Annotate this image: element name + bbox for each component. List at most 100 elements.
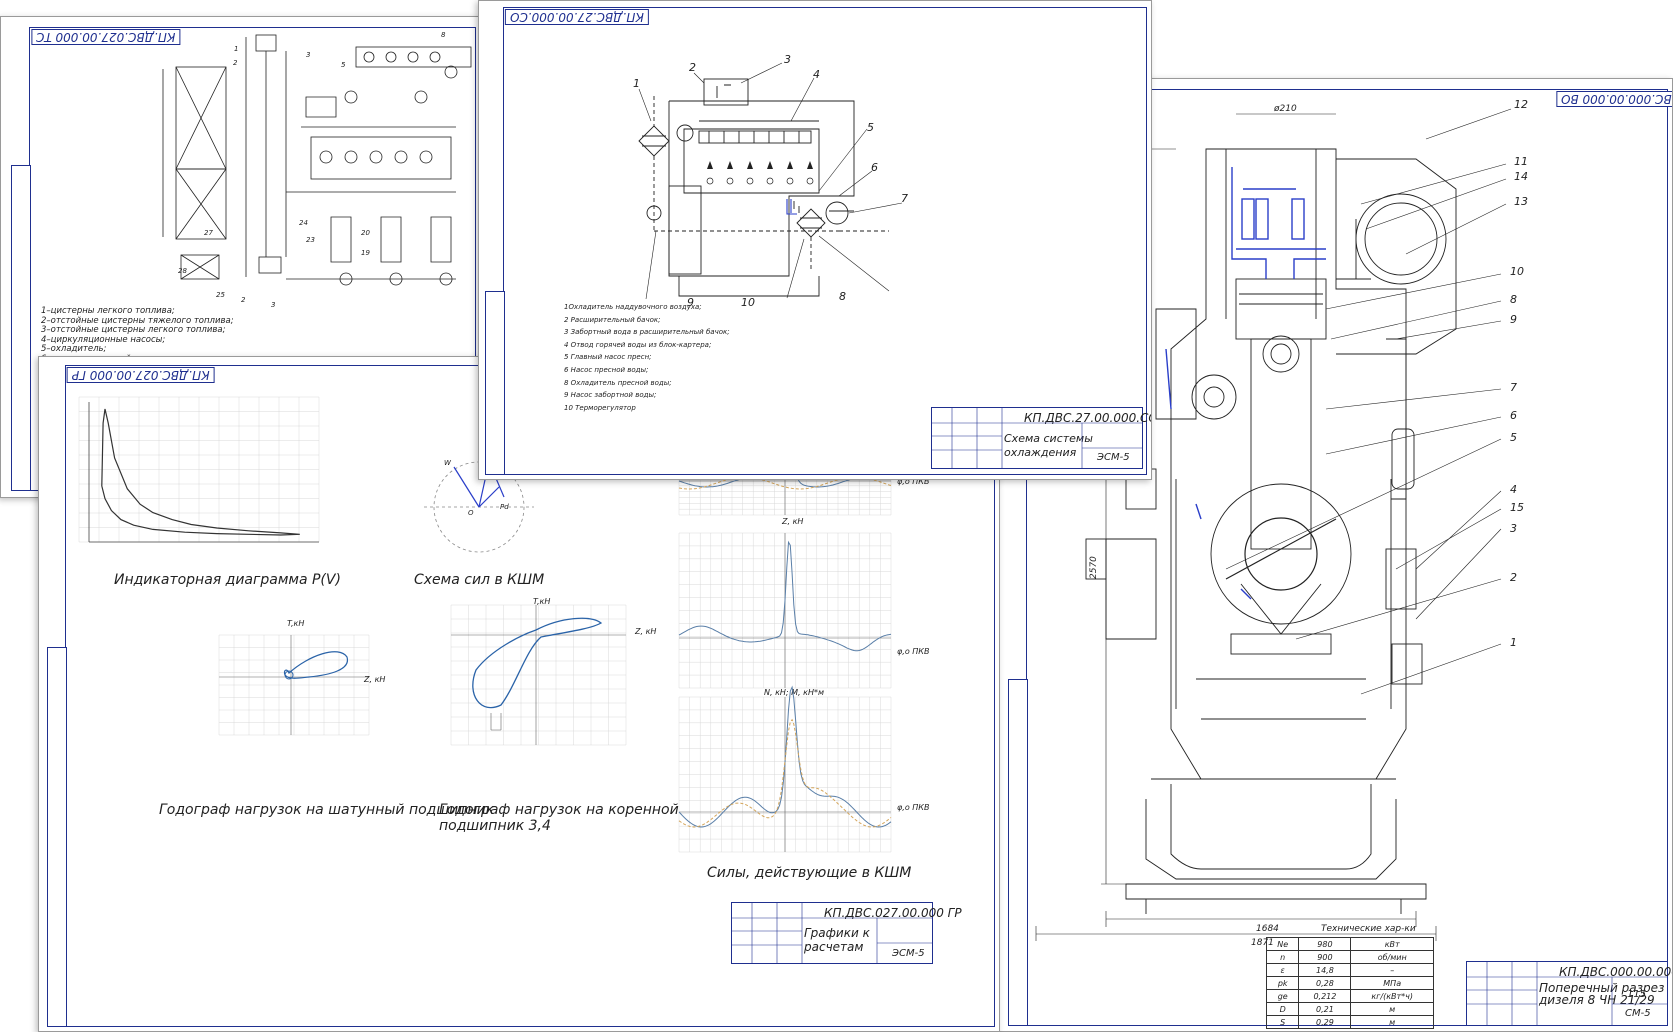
fuel-system-schematic: 123 5827 282523 24231920 [162, 31, 472, 309]
svg-text:23: 23 [306, 236, 315, 244]
callout-6: 6 [1510, 409, 1517, 422]
spec-cell: D [1265, 1002, 1300, 1016]
indicator-chart [78, 396, 320, 543]
side-strip [47, 647, 67, 1027]
spec-cell: Ne [1265, 937, 1300, 951]
callout-13: 13 [1514, 195, 1528, 208]
spec-cell: n [1265, 950, 1300, 964]
callout-6: 6 [871, 161, 878, 174]
callout-9: 9 [1510, 313, 1517, 326]
spec-cell: ge [1265, 989, 1300, 1003]
hodograph-main-chart [450, 604, 627, 746]
callout-10: 10 [741, 296, 755, 309]
callout-8: 8 [1510, 293, 1517, 306]
callout-2: 2 [1510, 571, 1517, 584]
callout-3: 3 [1510, 522, 1517, 535]
callout-11: 11 [1514, 155, 1528, 168]
spec-row: n 900 об/мин [1265, 950, 1434, 964]
cooling-schematic: 1 2 3 4 5 6 7 8 9 10 [633, 53, 908, 309]
callout-4: 4 [813, 68, 820, 81]
svg-text:8: 8 [441, 31, 446, 39]
spec-title: Технические хар-ки [1321, 924, 1416, 934]
dim-base1: 1684 [1256, 924, 1279, 934]
spec-cell: 0,21 [1298, 1002, 1352, 1016]
pv-grid [78, 396, 320, 543]
callout-8: 8 [839, 290, 846, 303]
svg-text:O: O [468, 509, 474, 517]
callout-7: 7 [1510, 381, 1517, 394]
spec-cell: кг/(кВт*ч) [1350, 989, 1434, 1003]
spec-cell: м [1350, 1015, 1434, 1029]
spec-cell: 900 [1298, 950, 1352, 964]
svg-text:3: 3 [306, 51, 310, 59]
spec-row: pk 0,28 МПа [1265, 976, 1434, 990]
sheet-cooling-system[interactable]: КП.ДВС.27.00.000.СО 1 2 3 4 5 6 7 8 9 10… [478, 0, 1152, 480]
svg-text:27: 27 [204, 229, 213, 237]
spec-cell: 0,28 [1298, 976, 1352, 990]
callout-12: 12 [1514, 98, 1528, 111]
callout-14: 14 [1514, 170, 1528, 183]
callout-7: 7 [901, 192, 908, 205]
caption-forces: Силы, действующие в КШМ [707, 865, 912, 881]
spec-cell: кВт [1350, 937, 1434, 951]
hodograph-rod-chart [218, 634, 370, 736]
spec-cell: 0,29 [1298, 1015, 1352, 1029]
svg-text:3: 3 [271, 301, 275, 309]
callout-1: 1 [633, 77, 640, 90]
spec-row: ε 14,8– [1265, 963, 1434, 977]
title-block: КП.ДВС.000.00.000 ВО Поперечный разрез д… [1466, 961, 1672, 1026]
hodo-rod-grid [218, 634, 370, 736]
svg-text:25: 25 [216, 291, 225, 299]
dim-height: 2570 [1089, 556, 1099, 579]
hodo-rod-t-label: T,кН [287, 619, 305, 628]
pv-curve [101, 408, 300, 536]
spec-row: ge 0,212 кг/(кВт*ч) [1265, 989, 1434, 1003]
sheet-code: КП.ДВС.027.00.000 ГР [67, 367, 215, 383]
spec-cell: об/мин [1350, 950, 1434, 964]
cooling-legend: 1Охладитель наддувочного воздуха; 2 Расш… [564, 303, 730, 412]
title-block: КП.ДВС.27.00.000.СО Схема системы охлажд… [931, 407, 1151, 469]
callout-10: 10 [1510, 265, 1524, 278]
callout-5: 5 [1510, 431, 1517, 444]
callout-2: 2 [689, 61, 696, 74]
svg-text:Pd: Pd [500, 503, 509, 511]
spec-table: Ne 980 кВт n 900 об/мин ε 14,8– pk 0,28 МПа ge 0,212… [1265, 937, 1434, 1029]
spec-cell: 0,212 [1298, 989, 1352, 1003]
dim-top: ø210 [1273, 104, 1297, 114]
svg-text:W: W [444, 459, 452, 467]
hodo-main-curve [472, 617, 603, 709]
title-block: КП.ДВС.027.00.000 ГР Графики к расчетам … [731, 902, 962, 964]
spec-cell: 14,8 [1298, 963, 1352, 977]
plot-mid-phi-label: φ,о ПКВ [897, 647, 930, 656]
title-grid [732, 903, 932, 963]
hodo-rod-z-label: Z, кН [364, 675, 386, 684]
svg-text:24: 24 [299, 219, 308, 227]
caption-indicator: Индикаторная диаграмма P(V) [114, 572, 341, 588]
svg-text:5: 5 [341, 61, 346, 69]
svg-text:19: 19 [361, 249, 370, 257]
spec-cell: м [1350, 1002, 1434, 1016]
callout-15: 15 [1510, 501, 1524, 514]
svg-text:2: 2 [233, 59, 238, 67]
callout-5: 5 [867, 121, 874, 134]
caption-forces-scheme: Схема сил в КШМ [414, 572, 545, 588]
spec-row: D 0,21 м [1265, 1002, 1434, 1016]
spec-row: Ne 980 кВт [1265, 937, 1434, 951]
spec-cell: МПа [1350, 976, 1434, 990]
title-grid [1467, 962, 1667, 1025]
plot-bot-nm-label: N, кН; M, кН*м [764, 688, 825, 697]
hodo-main-grid [450, 604, 627, 746]
svg-text:28: 28 [178, 267, 187, 275]
caption-hodo-main-2: подшипник 3,4 [439, 818, 551, 834]
spec-cell: 980 [1298, 937, 1352, 951]
force-plot-z [678, 532, 892, 689]
svg-text:1: 1 [234, 45, 238, 53]
spec-cell: – [1350, 963, 1434, 977]
callout-3: 3 [784, 53, 791, 66]
callout-4: 4 [1510, 483, 1517, 496]
spec-cell: ε [1265, 963, 1300, 977]
spec-cell: S [1265, 1015, 1300, 1029]
title-grid [932, 408, 1142, 468]
plot-mid-z-label: Z, кН [782, 517, 804, 526]
plot-bot-phi-label: φ,о ПКВ [897, 803, 930, 812]
